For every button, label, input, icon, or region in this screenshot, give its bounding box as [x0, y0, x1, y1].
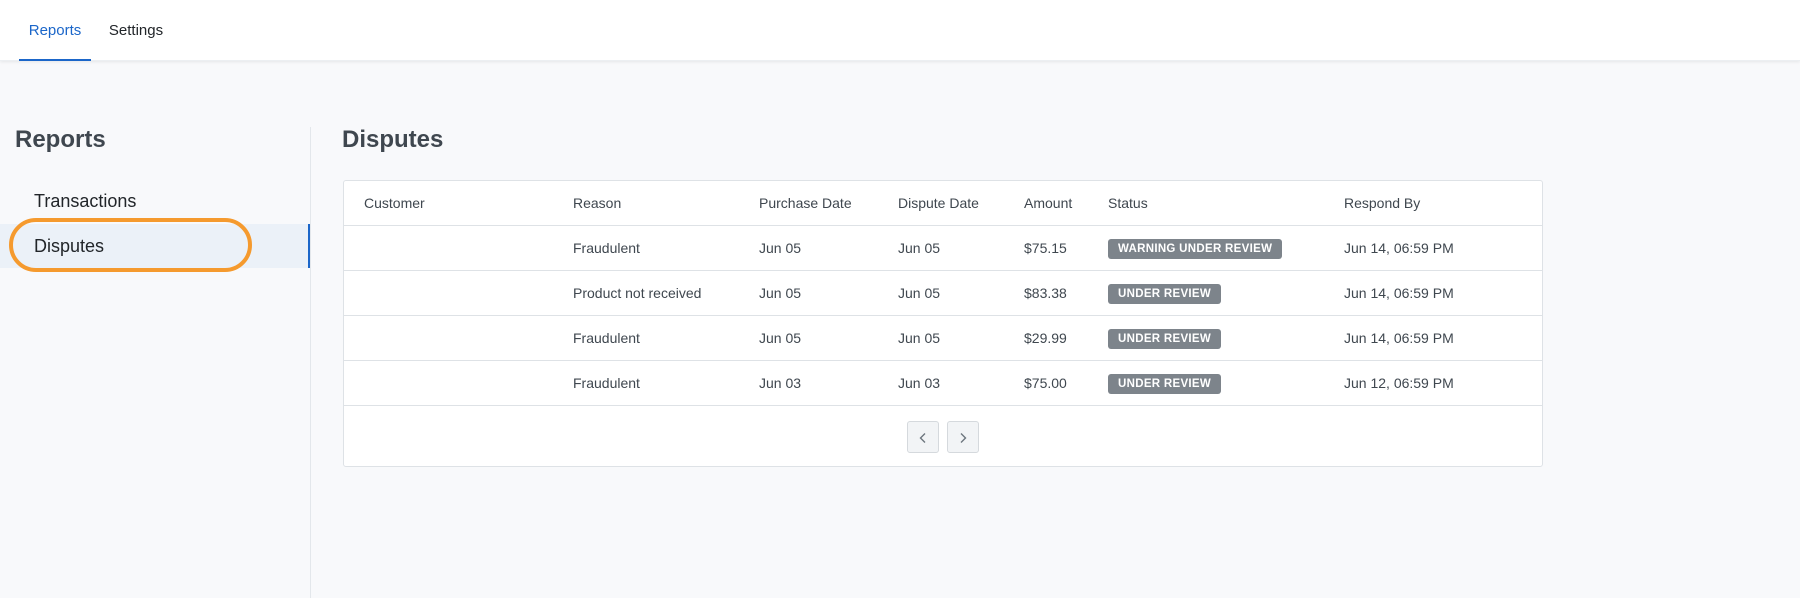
cell-reason: Fraudulent	[573, 240, 640, 256]
status-badge: WARNING UNDER REVIEW	[1108, 239, 1283, 260]
table-row[interactable]: Fraudulent Jun 05 Jun 05 $29.99 UNDER RE…	[344, 316, 1542, 361]
cell-dispute-date: Jun 05	[898, 240, 941, 256]
chevron-left-icon	[919, 433, 926, 444]
cell-dispute-date: Jun 05	[898, 285, 941, 301]
table-row[interactable]: Product not received Jun 05 Jun 05 $83.3…	[344, 271, 1542, 316]
cell-amount: $29.99	[1024, 330, 1067, 346]
cell-respond-by: Jun 12, 06:59 PM	[1344, 375, 1454, 391]
status-badge: UNDER REVIEW	[1108, 374, 1222, 395]
table-header-row: Customer Reason Purchase Date Dispute Da…	[344, 181, 1542, 226]
tab-settings[interactable]: Settings	[101, 0, 171, 61]
cell-dispute-date: Jun 05	[898, 330, 941, 346]
cell-purchase-date: Jun 05	[759, 330, 802, 346]
header-dispute-date: Dispute Date	[898, 195, 979, 211]
header-status: Status	[1108, 195, 1148, 211]
cell-respond-by: Jun 14, 06:59 PM	[1344, 330, 1454, 346]
table-row[interactable]: Fraudulent Jun 03 Jun 03 $75.00 UNDER RE…	[344, 361, 1542, 406]
cell-status: UNDER REVIEW	[1108, 316, 1222, 361]
sidebar-item-transactions[interactable]: Transactions	[0, 179, 310, 223]
status-badge: UNDER REVIEW	[1108, 329, 1222, 350]
tab-reports[interactable]: Reports	[19, 0, 91, 61]
header-purchase-date: Purchase Date	[759, 195, 852, 211]
cell-amount: $83.38	[1024, 285, 1067, 301]
sidebar-title: Reports	[15, 126, 106, 153]
cell-dispute-date: Jun 03	[898, 375, 941, 391]
pagination-next-button[interactable]	[947, 421, 979, 453]
disputes-table: Customer Reason Purchase Date Dispute Da…	[343, 180, 1543, 467]
cell-purchase-date: Jun 03	[759, 375, 802, 391]
cell-reason: Product not received	[573, 285, 702, 301]
cell-status: WARNING UNDER REVIEW	[1108, 226, 1283, 271]
header-respond-by: Respond By	[1344, 195, 1421, 211]
cell-amount: $75.00	[1024, 375, 1067, 391]
cell-status: UNDER REVIEW	[1108, 271, 1222, 316]
header-customer: Customer	[364, 195, 425, 211]
cell-reason: Fraudulent	[573, 330, 640, 346]
header-reason: Reason	[573, 195, 622, 211]
cell-purchase-date: Jun 05	[759, 240, 802, 256]
cell-reason: Fraudulent	[573, 375, 640, 391]
sidebar-item-disputes[interactable]: Disputes	[0, 224, 310, 268]
status-badge: UNDER REVIEW	[1108, 284, 1222, 305]
cell-amount: $75.15	[1024, 240, 1067, 256]
cell-respond-by: Jun 14, 06:59 PM	[1344, 285, 1454, 301]
table-row[interactable]: Fraudulent Jun 05 Jun 05 $75.15 WARNING …	[344, 226, 1542, 271]
cell-status: UNDER REVIEW	[1108, 361, 1222, 406]
top-nav: Reports Settings	[0, 0, 1800, 61]
cell-respond-by: Jun 14, 06:59 PM	[1344, 240, 1454, 256]
pagination-prev-button[interactable]	[907, 421, 939, 453]
cell-purchase-date: Jun 05	[759, 285, 802, 301]
header-amount: Amount	[1024, 195, 1073, 211]
sidebar-divider	[310, 127, 311, 598]
page-title: Disputes	[342, 126, 444, 153]
chevron-right-icon	[960, 433, 967, 444]
